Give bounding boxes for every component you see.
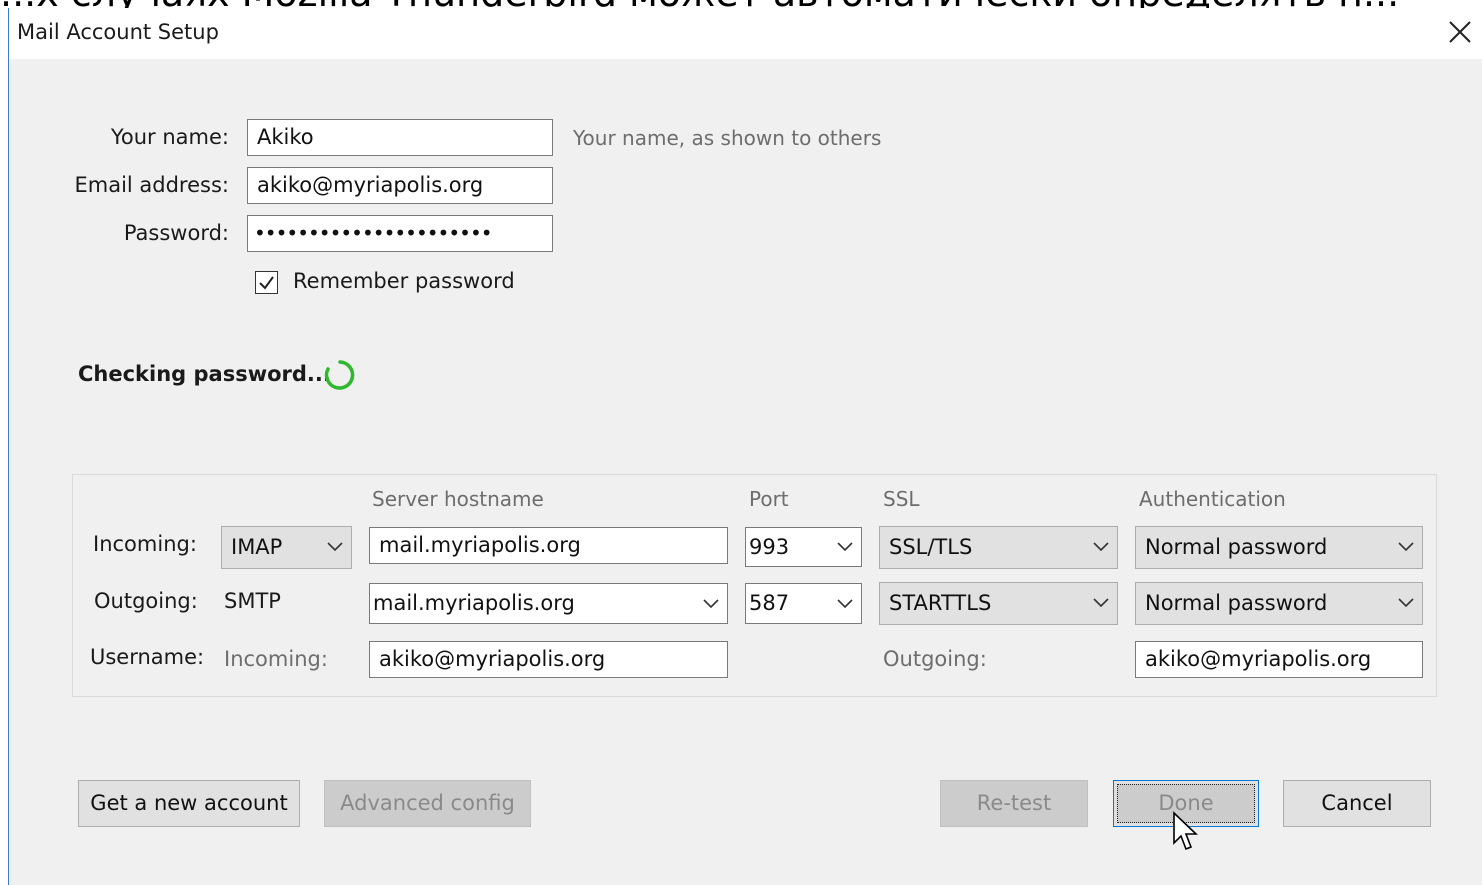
your-name-hint: Your name, as shown to others bbox=[573, 126, 882, 150]
incoming-port-value: 993 bbox=[749, 535, 790, 559]
col-port: Port bbox=[749, 487, 789, 511]
username-incoming-input[interactable]: akiko@myriapolis.org bbox=[369, 641, 728, 678]
outgoing-ssl-value: STARTTLS bbox=[889, 591, 992, 615]
col-authentication: Authentication bbox=[1139, 487, 1286, 511]
your-name-input[interactable]: Akiko bbox=[247, 119, 553, 156]
outgoing-hostname-combo[interactable]: mail.myriapolis.org bbox=[369, 583, 728, 624]
remember-password-label[interactable]: Remember password bbox=[293, 269, 515, 293]
username-outgoing-input[interactable]: akiko@myriapolis.org bbox=[1135, 641, 1423, 678]
title-bar: Mail Account Setup bbox=[9, 8, 1482, 59]
outgoing-hostname-value: mail.myriapolis.org bbox=[373, 591, 575, 615]
incoming-protocol-select[interactable]: IMAP bbox=[221, 526, 352, 569]
outgoing-ssl-select[interactable]: STARTTLS bbox=[879, 582, 1118, 625]
background-window-text: ...х случаях Mozilla Thunderbird может а… bbox=[0, 0, 1482, 8]
incoming-protocol-value: IMAP bbox=[231, 535, 283, 559]
email-address-label: Email address: bbox=[74, 173, 229, 197]
get-new-account-button[interactable]: Get a new account bbox=[78, 780, 300, 827]
password-input[interactable]: •••••••••••••••••••••• bbox=[247, 215, 553, 252]
close-icon bbox=[1449, 21, 1471, 43]
chevron-down-icon bbox=[327, 542, 343, 552]
incoming-auth-select[interactable]: Normal password bbox=[1135, 526, 1423, 569]
chevron-down-icon bbox=[1093, 542, 1109, 552]
email-address-input[interactable]: akiko@myriapolis.org bbox=[247, 167, 553, 204]
spinner-icon bbox=[324, 360, 355, 390]
close-button[interactable] bbox=[1442, 12, 1482, 52]
incoming-port-combo[interactable]: 993 bbox=[745, 527, 862, 567]
remember-password-checkbox[interactable] bbox=[255, 271, 278, 294]
your-name-label: Your name: bbox=[110, 125, 229, 149]
chevron-down-icon bbox=[1398, 542, 1414, 552]
chevron-down-icon bbox=[837, 599, 853, 609]
status-text: Checking password... bbox=[78, 362, 331, 386]
cancel-button[interactable]: Cancel bbox=[1283, 780, 1431, 827]
incoming-hostname-input[interactable]: mail.myriapolis.org bbox=[369, 527, 728, 564]
outgoing-auth-value: Normal password bbox=[1145, 591, 1328, 615]
outgoing-port-value: 587 bbox=[749, 591, 790, 615]
mail-account-setup-dialog: Mail Account Setup Your name: Akiko Your… bbox=[8, 8, 1482, 885]
chevron-down-icon bbox=[1093, 598, 1109, 608]
outgoing-auth-select[interactable]: Normal password bbox=[1135, 582, 1423, 625]
password-label: Password: bbox=[123, 221, 229, 245]
chevron-down-icon bbox=[703, 599, 719, 609]
advanced-config-button[interactable]: Advanced config bbox=[324, 780, 531, 827]
chevron-down-icon bbox=[837, 542, 853, 552]
window-title: Mail Account Setup bbox=[17, 20, 219, 44]
incoming-auth-value: Normal password bbox=[1145, 535, 1328, 559]
incoming-ssl-select[interactable]: SSL/TLS bbox=[879, 526, 1118, 569]
col-server-hostname: Server hostname bbox=[372, 487, 544, 511]
chevron-down-icon bbox=[1398, 598, 1414, 608]
mouse-cursor-icon bbox=[1173, 811, 1198, 851]
checkmark-icon bbox=[259, 276, 274, 290]
username-outgoing-label: Outgoing: bbox=[883, 647, 987, 671]
username-label: Username: bbox=[90, 645, 205, 669]
retest-button[interactable]: Re-test bbox=[940, 780, 1088, 827]
outgoing-protocol: SMTP bbox=[224, 589, 281, 613]
username-incoming-label: Incoming: bbox=[224, 647, 328, 671]
col-ssl: SSL bbox=[883, 487, 920, 511]
incoming-label: Incoming: bbox=[93, 532, 197, 556]
incoming-ssl-value: SSL/TLS bbox=[889, 535, 973, 559]
outgoing-label: Outgoing: bbox=[94, 589, 198, 613]
outgoing-port-combo[interactable]: 587 bbox=[745, 583, 862, 624]
server-settings-group: Server hostname Port SSL Authentication … bbox=[72, 474, 1437, 697]
